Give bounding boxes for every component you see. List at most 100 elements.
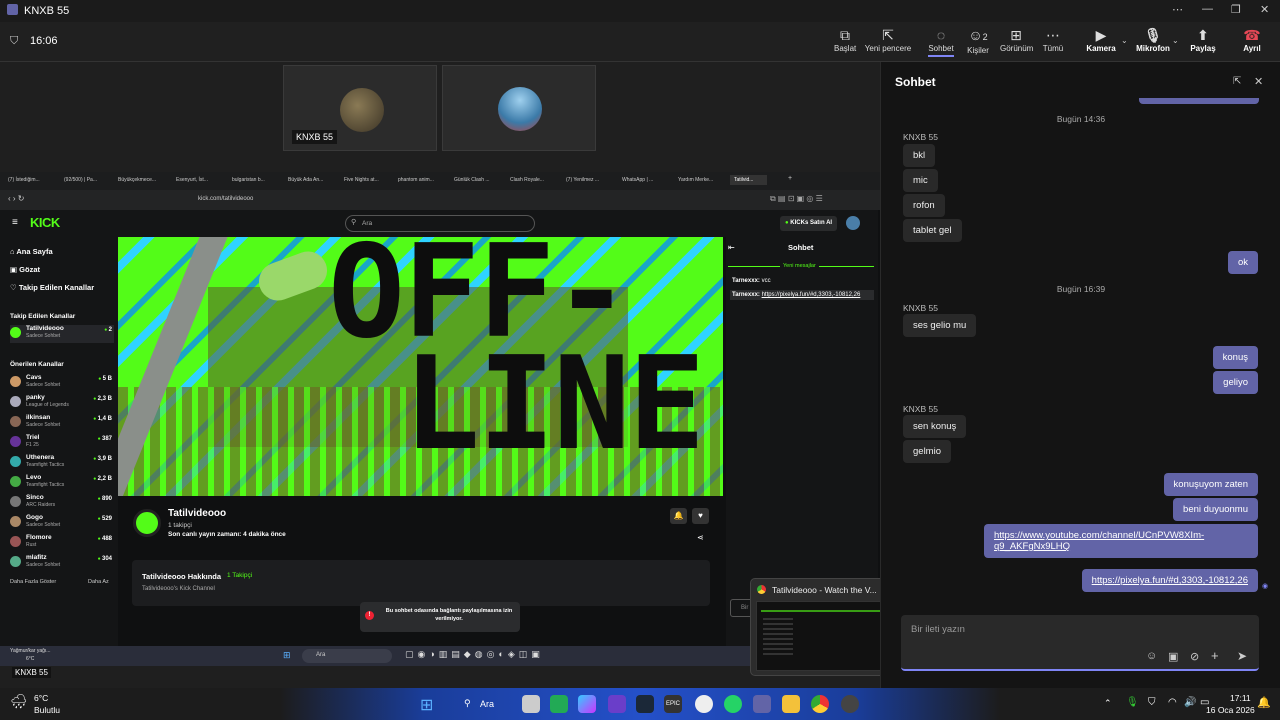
show-more-link[interactable]: Daha Fazla Göster [10,579,56,585]
outgoing-message[interactable]: konuşuyom zaten [1163,473,1258,496]
browser-tab[interactable]: (7) Yenilmez ... [566,177,599,183]
mic-tray-icon[interactable]: 🎙 [1126,697,1139,708]
composer-input[interactable]: Bir ileti yazın [911,624,965,635]
channel-item[interactable]: GogoSadece Sohbet529 [10,514,114,532]
channel-name[interactable]: Tatilvideooo [168,508,226,519]
outgoing-link-message[interactable]: https://www.youtube.com/channel/UCnPVW8X… [984,524,1258,558]
close-chat-icon[interactable]: ✕ [1254,75,1263,88]
share-icon[interactable]: ⋖ [697,533,704,542]
browser-tab[interactable]: phantom anim... [398,177,434,183]
channel-item[interactable]: pankyLeague of Legends2,3 B [10,394,114,412]
minimize-button[interactable]: — [1202,3,1213,15]
buy-kicks-button[interactable]: ● KICKs Satın Al [780,216,838,231]
volume-icon[interactable]: 🔊 [1184,697,1196,708]
task-view-icon[interactable] [522,695,540,713]
extensions-icon[interactable]: ⧉ ▤ ⊡ ▣ ◎ ☰ [770,194,823,204]
show-hidden-icons-icon[interactable]: ⌃ [1104,698,1112,709]
start-icon[interactable]: ⊞ [283,650,291,661]
more-options-icon[interactable]: ⋯ [1172,3,1183,16]
incoming-message[interactable]: tablet gel [903,219,962,242]
outgoing-message[interactable]: beni duyuonmu [1173,498,1258,521]
channel-item[interactable]: UtheneraTeamfight Tactics3,9 B [10,454,114,472]
channel-item[interactable]: ilkinsanSadece Sohbet1,4 B [10,414,114,432]
shared-search[interactable]: Ara [302,649,392,663]
kick-search-input[interactable]: ⚲ Ara [345,215,535,232]
channel-item[interactable]: LevoTeamfight Tactics2,2 B [10,474,114,492]
mic-options-chevron-icon[interactable]: ⌄ [1172,36,1179,45]
browser-tab[interactable]: Büyükçekmece... [118,177,156,183]
participant-tile[interactable] [442,65,596,151]
message-composer[interactable]: Bir ileti yazın ☺ ▣ ⊘ + ➤ [901,615,1259,671]
back-icon[interactable]: ‹ › ↻ [8,194,24,203]
attach-icon[interactable]: ⊘ [1190,650,1199,663]
incoming-message[interactable]: bkl [903,144,936,167]
collapse-chat-icon[interactable]: ⇤ [728,243,735,252]
view-button[interactable]: ⊞ Görünüm [1000,26,1033,53]
pop-out-chat-icon[interactable]: ⇱ [1233,76,1241,87]
people-button[interactable]: ☺2 Kişiler [966,26,990,55]
browser-tab[interactable]: Yardım Merke... [678,177,713,183]
participant-tile[interactable]: KNXB 55 [283,65,437,151]
nav-home[interactable]: ⌂ Ana Sayfa [10,247,53,256]
epic-games-icon[interactable]: EPIC [664,695,682,713]
app-icon[interactable] [695,695,713,713]
copilot-icon[interactable] [578,695,596,713]
close-window-button[interactable]: ✕ [1260,3,1269,16]
start-button[interactable]: ⧉ Başlat [834,26,856,53]
shared-app-icons[interactable]: ▢◉◑▥▤◆◍◎◐◈◫▣ [405,649,544,660]
browser-tab[interactable]: bulgaristan b... [232,177,265,183]
channel-item[interactable]: TatilvideoooSadece Sohbet2 [10,325,114,343]
clock-time[interactable]: 17:11 [1230,693,1251,703]
channel-item[interactable]: mlafitzSadece Sohbet304 [10,554,114,572]
maximize-button[interactable]: ❐ [1231,3,1241,16]
browser-tab-active[interactable]: Tatilvid... [730,175,768,185]
notification-bell-icon[interactable]: 🔔 [670,508,687,524]
channel-item[interactable]: TrielF1 25387 [10,434,114,452]
new-window-button[interactable]: ⇱ Yeni pencere [864,26,912,53]
show-less-link[interactable]: Daha Az [88,579,109,585]
chrome-icon[interactable] [811,695,829,713]
browser-tab[interactable]: Büyük Ada An... [288,177,323,183]
follow-heart-icon[interactable]: ♥ [692,508,709,524]
security-icon[interactable]: ⛉ [1148,697,1156,708]
more-button[interactable]: ⋯ Tümü [1042,26,1064,53]
teams-icon[interactable] [753,695,771,713]
kick-logo[interactable]: KICK [30,215,60,230]
channel-item[interactable]: SincoARC Raiders890 [10,494,114,512]
url-field[interactable]: kick.com/tatilvideooo [198,196,253,202]
channel-item[interactable]: CavsSadece Sohbet5 B [10,374,114,392]
weather-icon[interactable]: 🌧 [10,693,28,710]
app-icon[interactable] [841,695,859,713]
file-explorer-icon[interactable] [782,695,800,713]
notifications-icon[interactable]: 🔔 [1257,696,1271,709]
browser-tab[interactable]: Five Nights at... [344,177,379,183]
whatsapp-icon[interactable] [724,695,742,713]
channel-item[interactable]: FlomoreRust488 [10,534,114,552]
send-icon[interactable]: ➤ [1237,649,1247,663]
incoming-message[interactable]: ses gelio mu [903,314,977,337]
outgoing-message[interactable]: ok [1227,251,1258,274]
start-button[interactable]: ⊞ [420,695,433,715]
incoming-message[interactable]: mic [903,169,938,192]
visual-studio-icon[interactable] [608,695,626,713]
new-tab-icon[interactable]: + [788,175,792,182]
browser-tab[interactable]: Esenyurt, İst... [176,177,208,183]
incoming-message[interactable]: rofon [903,194,945,217]
camera-options-chevron-icon[interactable]: ⌄ [1121,36,1128,45]
emoji-icon[interactable]: ☺ [1146,650,1157,662]
sticker-icon[interactable]: ▣ [1168,650,1178,663]
nav-browse[interactable]: ▣ Gözat [10,265,40,274]
clock-date[interactable]: 16 Oca 2026 [1206,705,1255,715]
leave-button[interactable]: ☎ Ayrıl [1240,26,1264,53]
taskbar-preview[interactable]: Tatilvideooo - Watch the V... [750,578,895,676]
browser-tab[interactable]: WhatsApp | ... [622,177,653,183]
outgoing-message[interactable]: geliyo [1213,371,1258,394]
widgets-icon[interactable] [550,695,568,713]
camera-button[interactable]: ▶ Kamera [1086,26,1116,53]
browser-tab[interactable]: Günlük Clash ... [454,177,490,183]
incoming-message[interactable]: gelmio [903,440,951,463]
nav-following[interactable]: ♡ Takip Edilen Kanallar [10,283,94,292]
taskbar-search[interactable]: ⚲ Ara [452,693,512,715]
menu-icon[interactable]: ≡ [12,217,18,228]
browser-tab[interactable]: Clash Royale... [510,177,544,183]
